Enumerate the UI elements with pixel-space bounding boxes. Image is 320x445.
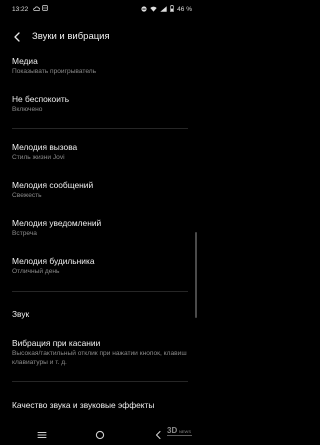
setting-title: Медиа (12, 56, 38, 66)
recent-apps-button[interactable] (36, 429, 48, 441)
setting-alarm-tone[interactable]: Мелодия будильника Отличный день (12, 256, 190, 277)
setting-media[interactable]: Медиа Показывать проигрыватель (12, 56, 190, 77)
status-time: 13:22 (12, 6, 29, 13)
setting-title: Не беспокоить (12, 94, 70, 104)
setting-message-tone[interactable]: Мелодия сообщений Свежесть (12, 180, 190, 201)
battery-icon (170, 5, 175, 14)
setting-touch-vibration[interactable]: Вибрация при касании Высокая/тактильный … (12, 338, 190, 367)
setting-title: Мелодия сообщений (12, 180, 94, 190)
setting-sound[interactable]: Звук (12, 309, 190, 319)
watermark-logo: 3D NEWS (166, 424, 194, 440)
scrollbar[interactable] (195, 232, 197, 318)
setting-subtitle: Встреча (12, 230, 37, 237)
setting-title: Мелодия будильника (12, 256, 95, 266)
back-nav-button[interactable] (152, 429, 164, 441)
setting-sound-quality[interactable]: Качество звука и звуковые эффекты (12, 400, 190, 410)
setting-subtitle: Отличный день (12, 268, 60, 275)
setting-subtitle: Включено (12, 106, 43, 113)
setting-do-not-disturb[interactable]: Не беспокоить Включено (12, 94, 190, 115)
setting-subtitle: Показывать проигрыватель (12, 68, 97, 75)
back-icon (155, 430, 161, 440)
setting-title: Мелодия вызова (12, 142, 78, 152)
setting-ringtone[interactable]: Мелодия вызова Стиль жизни Jovi (12, 142, 190, 163)
page-title: Звуки и вибрация (32, 31, 110, 42)
setting-title: Качество звука и звуковые эффекты (12, 400, 155, 410)
status-right-icons: 46 % (141, 5, 192, 14)
divider (12, 381, 188, 382)
setting-subtitle: Высокая/тактильный отклик при нажатии кн… (12, 350, 187, 366)
status-bar: 13:22 46 % (0, 0, 200, 18)
divider (12, 291, 188, 292)
header: Звуки и вибрация (0, 26, 200, 48)
divider (12, 128, 188, 129)
setting-subtitle: Стиль жизни Jovi (12, 154, 65, 161)
back-button[interactable] (10, 30, 24, 44)
setting-title: Вибрация при касании (12, 338, 101, 348)
cloud-icon (33, 6, 41, 13)
wifi-icon (150, 6, 157, 14)
home-icon (95, 430, 105, 440)
dnd-icon (141, 5, 147, 14)
signal-icon (160, 5, 167, 14)
svg-text:NEWS: NEWS (179, 429, 191, 434)
svg-text:3D: 3D (167, 426, 177, 435)
status-left-icons (33, 5, 48, 13)
setting-title: Мелодия уведомлений (12, 218, 102, 228)
home-button[interactable] (94, 429, 106, 441)
setting-subtitle: Свежесть (12, 192, 42, 199)
setting-notification-tone[interactable]: Мелодия уведомлений Встреча (12, 218, 190, 239)
nfc-icon (42, 5, 48, 13)
arrow-left-icon (14, 32, 20, 42)
setting-title: Звук (12, 309, 30, 319)
battery-percent: 46 % (177, 6, 192, 13)
menu-icon (37, 432, 47, 438)
